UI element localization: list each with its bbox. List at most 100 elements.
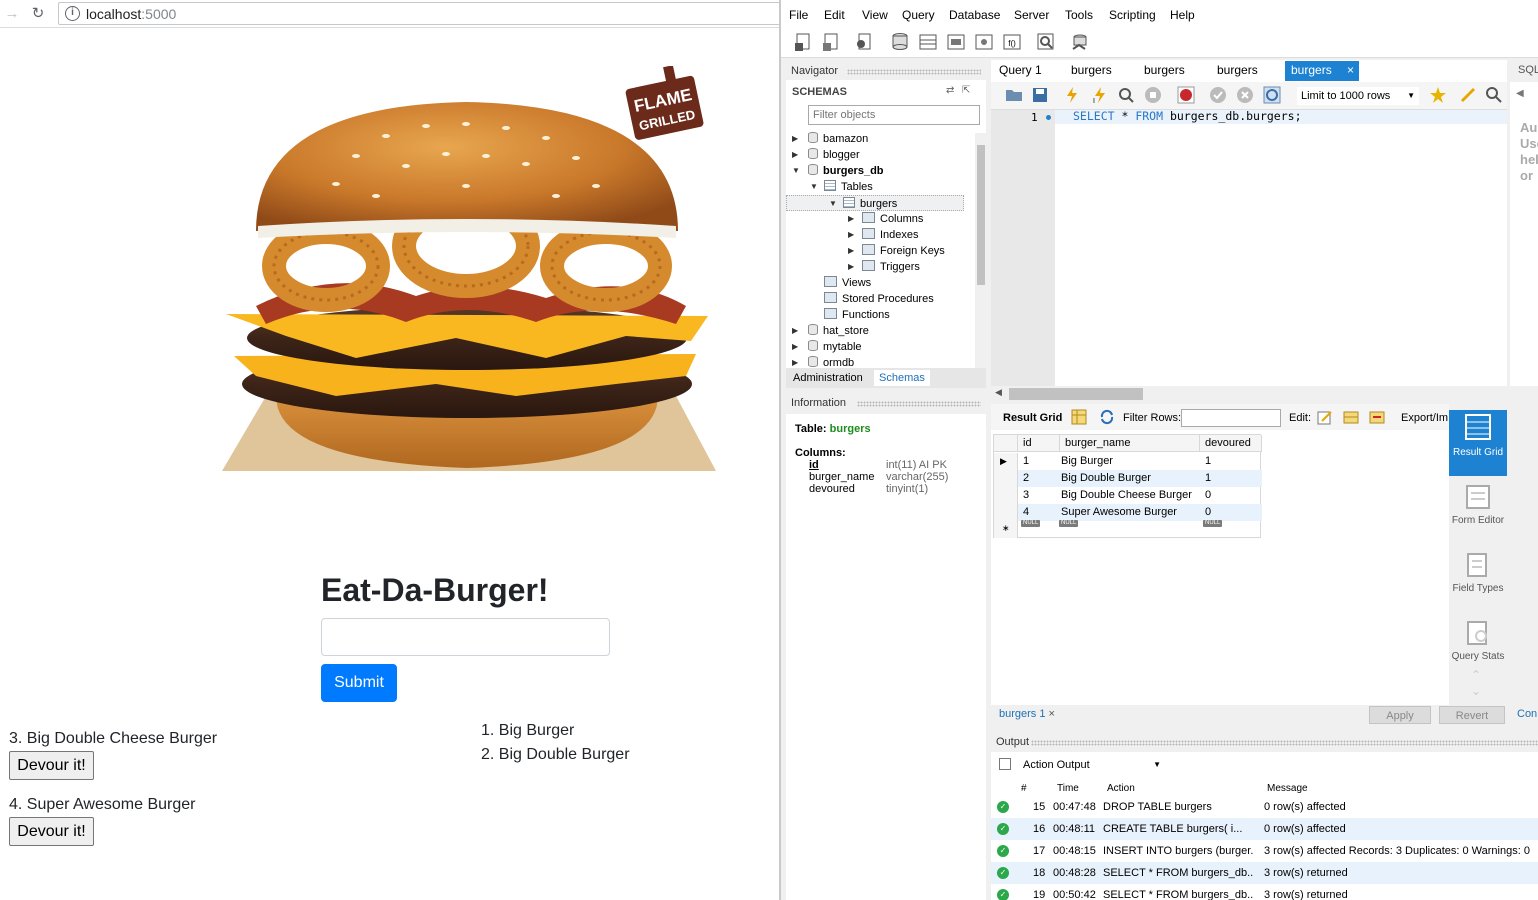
tab-form-editor[interactable]: Form Editor [1449, 480, 1507, 542]
tree-item-blogger[interactable]: ▶ blogger [792, 147, 860, 163]
collapse-arrow-icon[interactable]: ▼ [810, 179, 818, 195]
filter-objects-input[interactable] [808, 105, 980, 125]
table-row[interactable]: 1 Big Burger 1 [1018, 453, 1262, 470]
sql-editor[interactable]: SELECT * FROM burgers_db.burgers; [1073, 109, 1302, 123]
execute-icon[interactable] [1063, 86, 1081, 104]
open-folder-icon[interactable] [1005, 86, 1023, 104]
tab-burgers[interactable]: burgers [1065, 61, 1118, 81]
forward-arrow-icon[interactable]: → [2, 4, 22, 24]
tree-item-ormdb[interactable]: ▶ ormdb [792, 355, 854, 367]
menu-database[interactable]: Database [949, 8, 1000, 22]
menu-edit[interactable]: Edit [824, 8, 845, 22]
menu-server[interactable]: Server [1014, 8, 1049, 22]
output-row[interactable]: ✓ 18 00:48:28 SELECT * FROM burgers_db..… [991, 862, 1538, 884]
tree-item-stored-procedures[interactable]: Stored Procedures [824, 291, 934, 307]
tree-item-indexes[interactable]: ▶ Indexes [848, 227, 919, 243]
menu-file[interactable]: File [789, 8, 808, 22]
explain-icon[interactable] [1117, 86, 1135, 104]
filter-rows-input[interactable] [1181, 409, 1281, 427]
tab-schemas[interactable]: Schemas [874, 370, 930, 386]
delete-row-icon[interactable] [1369, 409, 1385, 425]
tree-item-bamazon[interactable]: ▶ bamazon [792, 131, 868, 147]
scrollbar-thumb[interactable] [1009, 388, 1143, 400]
tree-item-burgers-table[interactable]: ▼ burgers [786, 195, 964, 211]
edit-row-icon[interactable] [1317, 409, 1333, 425]
expand-arrow-icon[interactable]: ▶ [792, 355, 798, 367]
tab-burgers[interactable]: burgers [1211, 61, 1264, 81]
copy-output-icon[interactable] [999, 758, 1011, 770]
tab-administration[interactable]: Administration [788, 370, 868, 386]
create-view-icon[interactable] [945, 31, 967, 53]
save-icon[interactable] [1031, 86, 1049, 104]
menu-scripting[interactable]: Scripting [1109, 8, 1156, 22]
find-icon[interactable] [1485, 86, 1503, 104]
expand-arrow-icon[interactable]: ▶ [848, 227, 854, 243]
output-type-select[interactable]: Action Output ▼ [1019, 756, 1165, 774]
revert-button[interactable]: Revert [1439, 706, 1505, 724]
reconnect-icon[interactable] [1069, 31, 1091, 53]
autocommit-icon[interactable] [1263, 86, 1281, 104]
nav-back-icon[interactable]: ◀ [1516, 88, 1524, 99]
output-row[interactable]: ✓ 19 00:50:42 SELECT * FROM burgers_db..… [991, 884, 1538, 900]
expand-arrow-icon[interactable]: ▶ [848, 211, 854, 227]
scroll-up-icon[interactable]: ⌃ [1471, 668, 1481, 682]
expand-arrow-icon[interactable]: ▶ [848, 259, 854, 275]
stop-on-error-icon[interactable] [1177, 86, 1195, 104]
search-table-data-icon[interactable] [1035, 31, 1057, 53]
tab-burgers-1[interactable]: burgers 1 × [999, 708, 1055, 720]
collapse-arrow-icon[interactable]: ▼ [792, 163, 800, 179]
collapse-arrow-icon[interactable]: ▼ [829, 196, 837, 212]
address-bar[interactable]: i localhost:5000 [58, 2, 779, 25]
menu-tools[interactable]: Tools [1065, 8, 1093, 22]
create-procedure-icon[interactable] [973, 31, 995, 53]
close-tab-icon[interactable]: × [1049, 708, 1055, 720]
output-row[interactable]: ✓ 16 00:48:11 CREATE TABLE burgers( i...… [991, 818, 1538, 840]
expand-arrow-icon[interactable]: ▶ [792, 339, 798, 355]
tree-item-triggers[interactable]: ▶ Triggers [848, 259, 920, 275]
column-header-devoured[interactable]: devoured [1200, 435, 1262, 452]
close-tab-icon[interactable]: × [1347, 61, 1354, 80]
devour-button[interactable]: Devour it! [9, 751, 94, 780]
add-snippet-star-icon[interactable] [1429, 86, 1447, 104]
tree-item-burgers-db[interactable]: ▼ burgers_db [792, 163, 884, 179]
expand-arrow-icon[interactable]: ▶ [848, 243, 854, 259]
scroll-down-icon[interactable]: ⌄ [1471, 684, 1481, 698]
open-sql-script-icon[interactable] [821, 31, 843, 53]
table-row[interactable]: 3 Big Double Cheese Burger 0 [1018, 487, 1262, 504]
column-header-burger-name[interactable]: burger_name [1060, 435, 1200, 452]
menu-help[interactable]: Help [1170, 8, 1195, 22]
output-row[interactable]: ✓ 15 00:47:48 DROP TABLE burgers 0 row(s… [991, 796, 1538, 818]
burger-name-input[interactable] [321, 618, 610, 656]
output-row[interactable]: ✓ 17 00:48:15 INSERT INTO burgers (burge… [991, 840, 1538, 862]
tab-burgers[interactable]: burgers [1138, 61, 1191, 81]
commit-icon[interactable] [1209, 86, 1227, 104]
stop-icon[interactable] [1144, 86, 1162, 104]
create-schema-icon[interactable] [889, 31, 911, 53]
expand-arrow-icon[interactable]: ▶ [792, 323, 798, 339]
scroll-left-icon[interactable]: ◀ [995, 387, 1002, 398]
scrollbar-thumb[interactable] [977, 145, 985, 285]
menu-query[interactable]: Query [902, 8, 935, 22]
navigator-scrollbar[interactable] [975, 133, 987, 368]
tree-item-views[interactable]: Views [824, 275, 871, 291]
tree-item-hat-store[interactable]: ▶ hat_store [792, 323, 869, 339]
refresh-icon[interactable] [1099, 409, 1115, 425]
apply-button[interactable]: Apply [1369, 706, 1431, 724]
new-row[interactable]: NULL NULL NULL [1018, 519, 1262, 531]
tab-query-1[interactable]: Query 1 [993, 61, 1048, 81]
expand-arrow-icon[interactable]: ▶ [792, 147, 798, 163]
grid-layout-icon[interactable] [1071, 409, 1087, 425]
tab-burgers-active[interactable]: burgers × [1285, 61, 1359, 81]
info-icon[interactable]: i [65, 6, 80, 21]
context-help-tab[interactable]: Con [1517, 708, 1537, 720]
menu-view[interactable]: View [862, 8, 888, 22]
inspector-icon[interactable] [853, 31, 875, 53]
rollback-icon[interactable] [1236, 86, 1254, 104]
editor-horizontal-scrollbar[interactable]: ◀ [991, 386, 1507, 402]
tree-item-functions[interactable]: Functions [824, 307, 890, 323]
submit-button[interactable]: Submit [321, 664, 397, 702]
beautify-icon[interactable] [1459, 86, 1477, 104]
devour-button[interactable]: Devour it! [9, 817, 94, 846]
create-table-icon[interactable] [917, 31, 939, 53]
tree-item-mytable[interactable]: ▶ mytable [792, 339, 862, 355]
